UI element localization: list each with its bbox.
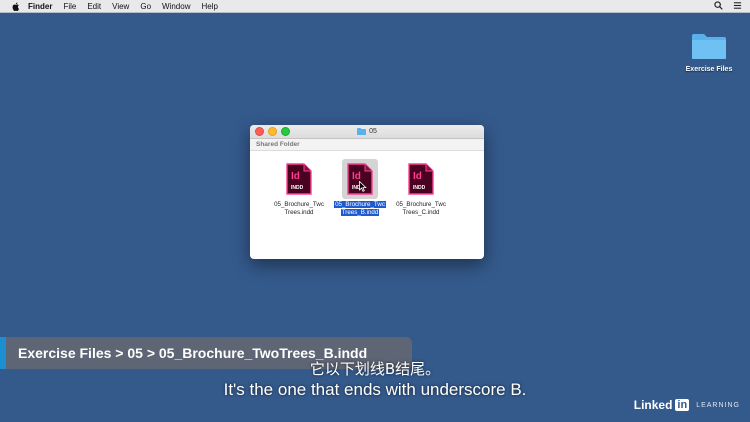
apple-icon[interactable]: [12, 2, 20, 11]
brand-linked: Linked: [633, 398, 673, 412]
finder-window: 05 Shared Folder Id INDD 05_Brochure_Twc…: [250, 125, 484, 259]
window-title-text: 05: [369, 128, 377, 135]
indd-badge-text: INDD: [413, 185, 426, 191]
folder-icon: [357, 128, 367, 135]
linkedin-learning-logo: Linked in LEARNING: [634, 398, 740, 412]
control-center-icon[interactable]: [733, 1, 742, 10]
file-icon-wrap: Id INDD: [403, 159, 439, 199]
file-name-line2: Trees_C.indd: [402, 209, 440, 216]
menu-view[interactable]: View: [112, 2, 129, 11]
indesign-file-icon: Id INDD: [286, 163, 312, 195]
brand-in: in: [675, 399, 690, 411]
folder-icon: [692, 34, 726, 59]
file-name-line1: 05_Brochure_Twc: [334, 201, 386, 208]
menu-go[interactable]: Go: [140, 2, 151, 11]
window-title: 05: [250, 125, 484, 138]
desktop-folder-exercise-files[interactable]: Exercise Files: [682, 32, 736, 73]
window-titlebar[interactable]: 05: [250, 125, 484, 139]
indd-badge-text: INDD: [291, 185, 304, 191]
subtitle-english: It's the one that ends with underscore B…: [223, 380, 527, 399]
menu-bar: Finder File Edit View Go Window Help: [0, 0, 750, 13]
file-icon-wrap: Id INDD: [342, 159, 378, 199]
indesign-file-icon: Id INDD: [408, 163, 434, 195]
desktop-folder-label: Exercise Files: [685, 66, 733, 73]
shared-folder-label: Shared Folder: [256, 141, 300, 148]
indd-logo-text: Id: [291, 171, 300, 182]
file-name: 05_Brochure_Twc Trees.indd: [268, 201, 330, 217]
file-item-twotrees[interactable]: Id INDD 05_Brochure_Twc Trees.indd: [267, 159, 331, 217]
shared-folder-bar: Shared Folder: [250, 139, 484, 151]
file-name-line1: 05_Brochure_Twc: [274, 201, 324, 208]
cursor-icon: [359, 181, 367, 192]
menu-help[interactable]: Help: [201, 2, 217, 11]
menu-finder[interactable]: Finder: [28, 2, 52, 11]
file-name: 05_Brochure_Twc Trees_C.indd: [390, 201, 452, 217]
file-name-line1: 05_Brochure_Twc: [396, 201, 446, 208]
search-icon[interactable]: [714, 1, 723, 10]
file-name-line2: Trees_B.indd: [340, 209, 380, 216]
menu-edit[interactable]: Edit: [87, 2, 101, 11]
file-name-line2: Trees.indd: [284, 209, 314, 216]
subtitle-chinese: 它以下划线B结尾。: [309, 360, 441, 378]
file-icon-wrap: Id INDD: [281, 159, 317, 199]
file-name: 05_Brochure_Twc Trees_B.indd: [329, 201, 391, 217]
file-grid: Id INDD 05_Brochure_Twc Trees.indd Id IN…: [250, 151, 484, 259]
menu-window[interactable]: Window: [162, 2, 190, 11]
menubar-extras: [714, 1, 742, 10]
menu-file[interactable]: File: [63, 2, 76, 11]
file-item-twotrees-c[interactable]: Id INDD 05_Brochure_Twc Trees_C.indd: [389, 159, 453, 217]
brand-learning: LEARNING: [696, 401, 740, 409]
indd-logo-text: Id: [413, 171, 422, 182]
